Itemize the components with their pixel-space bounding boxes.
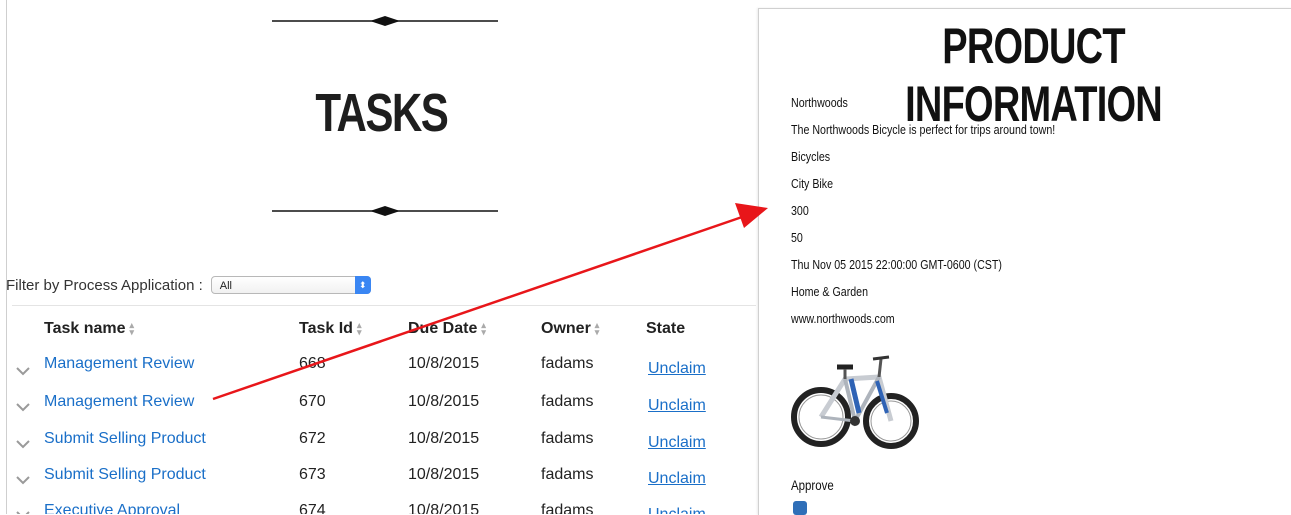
due-date: 10/8/2015 bbox=[408, 430, 480, 447]
tasks-title: TASKS bbox=[315, 83, 448, 143]
unclaim-link[interactable]: Unclaim bbox=[648, 397, 706, 415]
column-header-state: State bbox=[646, 320, 685, 338]
expand-chevron-icon[interactable] bbox=[16, 366, 30, 376]
owner: fadams bbox=[541, 430, 594, 447]
task-name-link[interactable]: Management Review bbox=[44, 393, 194, 411]
owner: fadams bbox=[541, 466, 594, 483]
bicycle-image bbox=[791, 355, 919, 449]
sort-icon[interactable]: ▴ ▾ bbox=[130, 320, 135, 336]
filter-label: Filter by Process Application : bbox=[6, 276, 203, 294]
approve-button[interactable] bbox=[793, 501, 807, 515]
product-department: Home & Garden bbox=[791, 284, 869, 299]
expand-chevron-icon[interactable] bbox=[16, 475, 30, 485]
column-header-label: Task Id bbox=[299, 320, 353, 337]
unclaim-link[interactable]: Unclaim bbox=[648, 470, 706, 488]
unclaim-link[interactable]: Unclaim bbox=[648, 434, 706, 452]
column-header-task-name[interactable]: Task name ▴ ▾ bbox=[44, 320, 134, 338]
task-name-link[interactable]: Submit Selling Product bbox=[44, 466, 206, 484]
expand-chevron-icon[interactable] bbox=[16, 439, 30, 449]
column-header-label: Task name bbox=[44, 320, 126, 337]
product-price: 300 bbox=[791, 203, 809, 218]
table-top-divider bbox=[12, 305, 756, 306]
owner: fadams bbox=[541, 355, 594, 372]
task-id: 673 bbox=[299, 466, 326, 483]
left-edge-border bbox=[6, 0, 7, 514]
select-arrows-icon[interactable]: ⬍ bbox=[354, 276, 371, 294]
product-date: Thu Nov 05 2015 22:00:00 GMT-0600 (CST) bbox=[791, 257, 1002, 272]
sort-icon[interactable]: ▴ ▾ bbox=[481, 320, 486, 336]
tasks-panel: TASKS Filter by Process Application : Al… bbox=[6, 0, 758, 514]
column-header-label: Owner bbox=[541, 320, 591, 337]
owner: fadams bbox=[541, 393, 594, 410]
sort-icon[interactable]: ▴ ▾ bbox=[595, 320, 600, 336]
column-header-label: State bbox=[646, 320, 686, 337]
product-subcategory: City Bike bbox=[791, 176, 834, 191]
product-description: The Northwoods Bicycle is perfect for tr… bbox=[791, 122, 1056, 137]
unclaim-link[interactable]: Unclaim bbox=[648, 360, 706, 378]
product-website: www.northwoods.com bbox=[791, 311, 895, 326]
column-header-label: Due Date bbox=[408, 320, 478, 337]
approve-label: Approve bbox=[791, 477, 834, 493]
top-ornament-divider bbox=[272, 14, 498, 28]
column-header-task-id[interactable]: Task Id ▴ ▾ bbox=[299, 320, 361, 338]
task-id: 672 bbox=[299, 430, 326, 447]
product-information-title: PRODUCT INFORMATION bbox=[905, 18, 1163, 132]
product-category: Bicycles bbox=[791, 149, 831, 164]
owner: fadams bbox=[541, 502, 594, 514]
due-date: 10/8/2015 bbox=[408, 355, 480, 372]
column-header-due-date[interactable]: Due Date ▴ ▾ bbox=[408, 320, 486, 338]
bottom-ornament-divider bbox=[272, 204, 498, 218]
due-date: 10/8/2015 bbox=[408, 393, 480, 410]
column-header-owner[interactable]: Owner ▴ ▾ bbox=[541, 320, 599, 338]
expand-chevron-icon[interactable] bbox=[16, 402, 30, 412]
task-name-link[interactable]: Executive Approval bbox=[44, 502, 180, 514]
due-date: 10/8/2015 bbox=[408, 502, 480, 514]
filter-row: Filter by Process Application : All ⬍ bbox=[6, 276, 371, 294]
product-name: Northwoods bbox=[791, 95, 848, 110]
task-id: 674 bbox=[299, 502, 326, 514]
expand-chevron-icon[interactable] bbox=[16, 510, 30, 514]
product-quantity: 50 bbox=[791, 230, 803, 245]
filter-select-value: All bbox=[219, 280, 232, 292]
unclaim-link[interactable]: Unclaim bbox=[648, 506, 706, 514]
task-id: 670 bbox=[299, 393, 326, 410]
task-id: 668 bbox=[299, 355, 326, 372]
sort-icon[interactable]: ▴ ▾ bbox=[357, 320, 362, 336]
task-name-link[interactable]: Management Review bbox=[44, 355, 194, 373]
process-application-select[interactable]: All ⬍ bbox=[210, 276, 371, 294]
product-information-panel: PRODUCT INFORMATION Northwoods The North… bbox=[758, 8, 1291, 515]
due-date: 10/8/2015 bbox=[408, 466, 480, 483]
task-name-link[interactable]: Submit Selling Product bbox=[44, 430, 206, 448]
